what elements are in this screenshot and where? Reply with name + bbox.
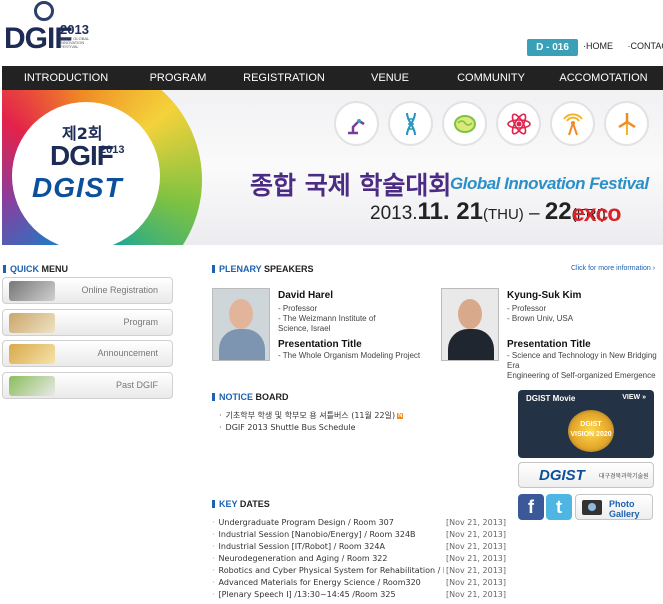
dgist-korean-name: 대구경북과학기술원 bbox=[599, 473, 649, 480]
dgist-movie-widget[interactable]: DGIST Movie VIEW » DGIST VISION 2020 bbox=[518, 390, 654, 458]
speaker-photo bbox=[212, 288, 270, 361]
new-badge: N bbox=[397, 413, 404, 419]
key-date-row[interactable]: Undergraduate Program Design / Room 307[… bbox=[212, 518, 506, 530]
logo-subtitle: DGIST GLOBAL INNOVATION FESTIVAL bbox=[60, 36, 90, 49]
dgist-homepage-button[interactable]: DGIST 대구경북과학기술원 bbox=[518, 462, 654, 488]
quick-announcement-button[interactable]: Announcement bbox=[2, 340, 173, 367]
exco-logo: exco bbox=[572, 200, 621, 226]
presentation-title: - Science and Technology in New Bridging… bbox=[507, 351, 657, 380]
camera-icon bbox=[582, 500, 602, 515]
signal-tower-icon bbox=[550, 101, 595, 146]
main-nav: INTRODUCTION PROGRAM REGISTRATION VENUE … bbox=[2, 66, 663, 90]
banner-year: 2013 bbox=[100, 144, 125, 156]
quick-past-dgif-button[interactable]: Past DGIF bbox=[2, 372, 173, 399]
key-date-row[interactable]: [Plenary Speech I] /13:30~14:45 /Room 32… bbox=[212, 590, 506, 602]
photo-gallery-button[interactable]: Photo Gallery bbox=[575, 494, 653, 520]
speaker-card[interactable]: David Harel - Professor - The Weizmann I… bbox=[212, 288, 452, 362]
hero-banner: 제2회 DGIF 2013 DGIST 종합 국제 학술대회 Global In… bbox=[2, 90, 663, 245]
home-link[interactable]: ·HOME bbox=[583, 41, 619, 51]
notice-heading: NOTICE BOARD bbox=[212, 392, 289, 402]
speaker-role: - Professor - The Weizmann Institute of … bbox=[278, 304, 376, 333]
site-logo[interactable]: DGIF 2013 DGIST GLOBAL INNOVATION FESTIV… bbox=[2, 0, 92, 60]
notice-item[interactable]: DGIF 2013 Shuttle Bus Schedule bbox=[219, 423, 356, 432]
speaker-card[interactable]: Kyung-Suk Kim - Professor - Brown Univ, … bbox=[441, 288, 663, 380]
speaker-name: Kyung-Suk Kim bbox=[507, 290, 582, 301]
nav-community[interactable]: COMMUNITY bbox=[438, 66, 544, 90]
key-date-row[interactable]: Neurodegeneration and Aging / Room 322[N… bbox=[212, 554, 506, 566]
dna-icon bbox=[388, 101, 433, 146]
nav-introduction[interactable]: INTRODUCTION bbox=[2, 66, 130, 90]
banner-icons bbox=[334, 101, 658, 146]
clock-icon bbox=[9, 376, 55, 396]
facebook-icon[interactable]: f bbox=[518, 494, 544, 520]
movie-view-link[interactable]: VIEW » bbox=[622, 394, 646, 401]
logo-year: 2013 bbox=[60, 22, 89, 37]
wind-turbine-icon bbox=[604, 101, 649, 146]
key-date-row[interactable]: Industrial Session [IT/Robot] / Room 324… bbox=[212, 542, 506, 554]
photo-gallery-label: Photo Gallery bbox=[609, 499, 640, 519]
dgist-logo: DGIST bbox=[539, 467, 585, 484]
twitter-icon[interactable]: t bbox=[546, 494, 572, 520]
laptop-icon bbox=[9, 281, 55, 301]
documents-icon bbox=[9, 313, 55, 333]
key-dates-heading: KEY DATES bbox=[212, 499, 270, 509]
brain-icon bbox=[442, 101, 487, 146]
robot-arm-icon bbox=[334, 101, 379, 146]
key-date-row[interactable]: Robotics and Cyber Physical System for R… bbox=[212, 566, 506, 578]
nav-venue[interactable]: VENUE bbox=[342, 66, 438, 90]
presentation-title: - The Whole Organism Modeling Project bbox=[278, 351, 421, 360]
nav-program[interactable]: PROGRAM bbox=[130, 66, 226, 90]
atom-icon bbox=[496, 101, 541, 146]
notice-item[interactable]: 기초학부 학생 및 학부모 용 셔틀버스 (11월 22일)N bbox=[219, 410, 404, 421]
top-links: ·HOME ·CONTACT bbox=[583, 41, 663, 51]
clipboard-icon bbox=[9, 344, 55, 364]
logo-ring-icon bbox=[34, 1, 54, 21]
plenary-heading: PLENARY SPEAKERS bbox=[212, 264, 314, 274]
key-date-row[interactable]: Advanced Materials for Energy Science / … bbox=[212, 578, 506, 590]
quick-online-registration-button[interactable]: Online Registration bbox=[2, 277, 173, 304]
vision-2020-emblem: DGIST VISION 2020 bbox=[568, 410, 614, 452]
more-info-link[interactable]: Click for more information › bbox=[571, 265, 655, 272]
quick-menu-heading: QUICK MENU bbox=[3, 264, 68, 274]
speaker-name: David Harel bbox=[278, 290, 334, 301]
dday-badge: D - 016 bbox=[527, 39, 578, 56]
banner-date: 2013.11. 21(THU) – 22(FRI) bbox=[370, 198, 606, 225]
movie-title: DGIST Movie bbox=[526, 394, 576, 403]
banner-english-title: Global Innovation Festival bbox=[450, 174, 649, 193]
speaker-photo bbox=[441, 288, 499, 361]
nav-accomotation[interactable]: ACCOMOTATION bbox=[544, 66, 663, 90]
contact-link[interactable]: ·CONTACT bbox=[628, 41, 663, 51]
speaker-role: - Professor - Brown Univ, USA bbox=[507, 304, 574, 323]
key-date-row[interactable]: Industrial Session [Nanobio/Energy] / Ro… bbox=[212, 530, 506, 542]
banner-korean-title: 종합 국제 학술대회 bbox=[250, 171, 452, 200]
quick-program-button[interactable]: Program bbox=[2, 309, 173, 336]
banner-dgist: DGIST bbox=[32, 172, 123, 203]
nav-registration[interactable]: REGISTRATION bbox=[226, 66, 342, 90]
presentation-title-label: Presentation Title bbox=[507, 339, 591, 350]
presentation-title-label: Presentation Title bbox=[278, 339, 362, 350]
